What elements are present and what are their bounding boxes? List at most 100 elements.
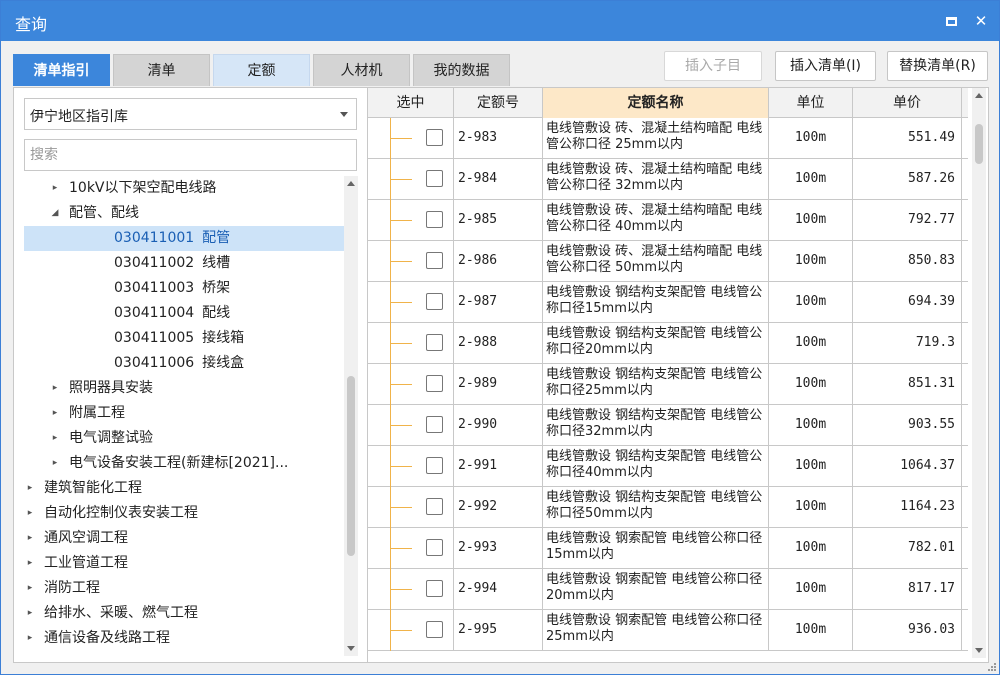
tab-list[interactable]: 清单	[113, 54, 210, 86]
tree-node[interactable]: 030411004 配线	[24, 301, 344, 326]
expand-icon[interactable]: ▸	[49, 451, 61, 476]
row-checkbox[interactable]	[426, 580, 443, 597]
table-row[interactable]: 2-991 电线管敷设 钢结构支架配管 电线管公称口径40mm以内 100m 1064…	[368, 446, 968, 487]
chevron-down-icon[interactable]	[340, 112, 348, 117]
table-row[interactable]: 2-984 电线管敷设 砖、混凝土结构暗配 电线管公称口径 32mm以内 100m 5…	[368, 159, 968, 200]
column-header-price[interactable]: 单价	[853, 88, 962, 118]
tree-node[interactable]: ▸ 消防工程	[24, 576, 344, 601]
table-row[interactable]: 2-986 电线管敷设 砖、混凝土结构暗配 电线管公称口径 50mm以内 100m 8…	[368, 241, 968, 282]
column-header-name[interactable]: 定额名称	[543, 88, 769, 118]
scroll-down-icon[interactable]	[975, 648, 983, 653]
collapse-icon[interactable]: ◢	[49, 201, 61, 226]
price-cell: 1064.37	[853, 446, 962, 486]
row-checkbox[interactable]	[426, 416, 443, 433]
tree-node[interactable]: ▸ 附属工程	[24, 401, 344, 426]
row-checkbox[interactable]	[426, 211, 443, 228]
scroll-up-icon[interactable]	[347, 181, 355, 186]
table-row[interactable]: 2-990 电线管敷设 钢结构支架配管 电线管公称口径32mm以内 100m 903.…	[368, 405, 968, 446]
expand-icon[interactable]: ▸	[24, 626, 36, 651]
tree-node[interactable]: ▸ 自动化控制仪表安装工程	[24, 501, 344, 526]
resize-grip-icon[interactable]	[986, 661, 996, 671]
expand-icon[interactable]: ▸	[49, 401, 61, 426]
expand-icon[interactable]: ▸	[49, 376, 61, 401]
tree-node[interactable]: ▸ 通信设备及线路工程	[24, 626, 344, 651]
tree-node[interactable]: ▸ 通风空调工程	[24, 526, 344, 551]
table-row[interactable]: 2-988 电线管敷设 钢结构支架配管 电线管公称口径20mm以内 100m 719.…	[368, 323, 968, 364]
grid-scrollbar[interactable]	[972, 88, 986, 658]
expand-icon[interactable]: ▸	[24, 501, 36, 526]
tree-node[interactable]: 030411005 接线箱	[24, 326, 344, 351]
tab-quota[interactable]: 定额	[213, 54, 310, 86]
row-checkbox[interactable]	[426, 498, 443, 515]
expand-icon[interactable]: ▸	[49, 426, 61, 451]
tab-labor-material-machine[interactable]: 人材机	[313, 54, 410, 86]
expand-icon[interactable]: ▸	[49, 176, 61, 201]
tree-node-text: 自动化控制仪表安装工程	[44, 505, 198, 521]
tree-node-label: 电气调整试验	[69, 426, 153, 451]
tree-node-text: 接线盒	[202, 355, 245, 371]
scroll-thumb[interactable]	[347, 376, 355, 556]
tree-node[interactable]: ▸ 照明器具安装	[24, 376, 344, 401]
expand-icon[interactable]: ▸	[24, 551, 36, 576]
table-row[interactable]: 2-985 电线管敷设 砖、混凝土结构暗配 电线管公称口径 40mm以内 100m 7…	[368, 200, 968, 241]
minimize-icon[interactable]	[939, 9, 963, 33]
select-cell	[368, 446, 454, 487]
expand-icon[interactable]: ▸	[24, 526, 36, 551]
row-checkbox[interactable]	[426, 334, 443, 351]
close-icon[interactable]: ✕	[969, 9, 993, 33]
tab-my-data[interactable]: 我的数据	[413, 54, 510, 86]
tree-node[interactable]: 030411006 接线盒	[24, 351, 344, 376]
expand-icon[interactable]: ▸	[24, 476, 36, 501]
scroll-thumb[interactable]	[975, 124, 983, 164]
quota-name-cell: 电线管敷设 钢结构支架配管 电线管公称口径25mm以内	[543, 364, 769, 404]
unit-cell: 100m	[769, 610, 853, 650]
row-checkbox[interactable]	[426, 539, 443, 556]
row-checkbox[interactable]	[426, 621, 443, 638]
tab-list-guide[interactable]: 清单指引	[13, 54, 110, 86]
tree-node[interactable]: ▸ 给排水、采暖、燃气工程	[24, 601, 344, 626]
library-select[interactable]: 伊宁地区指引库	[24, 98, 357, 130]
tree-node[interactable]: ◢ 配管、配线	[24, 201, 344, 226]
tree-node[interactable]: ▸ 工业管道工程	[24, 551, 344, 576]
tree-line	[390, 261, 412, 262]
row-checkbox[interactable]	[426, 252, 443, 269]
row-checkbox[interactable]	[426, 457, 443, 474]
tree-node[interactable]: 030411002 线槽	[24, 251, 344, 276]
quota-name-cell: 电线管敷设 砖、混凝土结构暗配 电线管公称口径 40mm以内	[543, 200, 769, 240]
row-checkbox[interactable]	[426, 129, 443, 146]
search-input[interactable]	[24, 139, 357, 171]
column-header-select[interactable]: 选中	[368, 88, 454, 118]
tree-node[interactable]: ▸ 建筑智能化工程	[24, 476, 344, 501]
tree-scrollbar[interactable]	[344, 176, 358, 656]
table-row[interactable]: 2-987 电线管敷设 钢结构支架配管 电线管公称口径15mm以内 100m 694.…	[368, 282, 968, 323]
insert-list-button[interactable]: 插入清单(I)	[775, 51, 876, 81]
expand-icon[interactable]: ▸	[24, 576, 36, 601]
select-cell	[368, 405, 454, 446]
table-row[interactable]: 2-983 电线管敷设 砖、混凝土结构暗配 电线管公称口径 25mm以内 100m 5…	[368, 118, 968, 159]
tree-node[interactable]: 030411001 配管	[24, 226, 344, 251]
title-bar[interactable]: 查询 ✕	[1, 1, 999, 41]
quota-name-cell: 电线管敷设 钢结构支架配管 电线管公称口径50mm以内	[543, 487, 769, 527]
row-checkbox[interactable]	[426, 293, 443, 310]
insert-child-button[interactable]: 插入子目	[664, 51, 762, 81]
table-row[interactable]: 2-994 电线管敷设 钢索配管 电线管公称口径20mm以内 100m 817.17	[368, 569, 968, 610]
tree-node[interactable]: ▸ 电气调整试验	[24, 426, 344, 451]
scroll-down-icon[interactable]	[347, 646, 355, 651]
tree-node[interactable]: ▸ 10kV以下架空配电线路	[24, 176, 344, 201]
unit-cell: 100m	[769, 323, 853, 363]
replace-list-button[interactable]: 替换清单(R)	[887, 51, 988, 81]
table-row[interactable]: 2-993 电线管敷设 钢索配管 电线管公称口径15mm以内 100m 782.01	[368, 528, 968, 569]
table-row[interactable]: 2-992 电线管敷设 钢结构支架配管 电线管公称口径50mm以内 100m 1164…	[368, 487, 968, 528]
tree-node[interactable]: 030411003 桥架	[24, 276, 344, 301]
column-header-code[interactable]: 定额号	[454, 88, 543, 118]
row-checkbox[interactable]	[426, 375, 443, 392]
tree-node[interactable]: ▸ 电气设备安装工程(新建标[2021]...	[24, 451, 344, 476]
column-header-unit[interactable]: 单位	[769, 88, 853, 118]
row-checkbox[interactable]	[426, 170, 443, 187]
table-row[interactable]: 2-995 电线管敷设 钢索配管 电线管公称口径25mm以内 100m 936.03	[368, 610, 968, 651]
expand-icon[interactable]: ▸	[24, 601, 36, 626]
tree-node-label: 030411001 配管	[114, 226, 230, 251]
tree-node-label: 030411005 接线箱	[114, 326, 244, 351]
table-row[interactable]: 2-989 电线管敷设 钢结构支架配管 电线管公称口径25mm以内 100m 851.…	[368, 364, 968, 405]
scroll-up-icon[interactable]	[975, 93, 983, 98]
